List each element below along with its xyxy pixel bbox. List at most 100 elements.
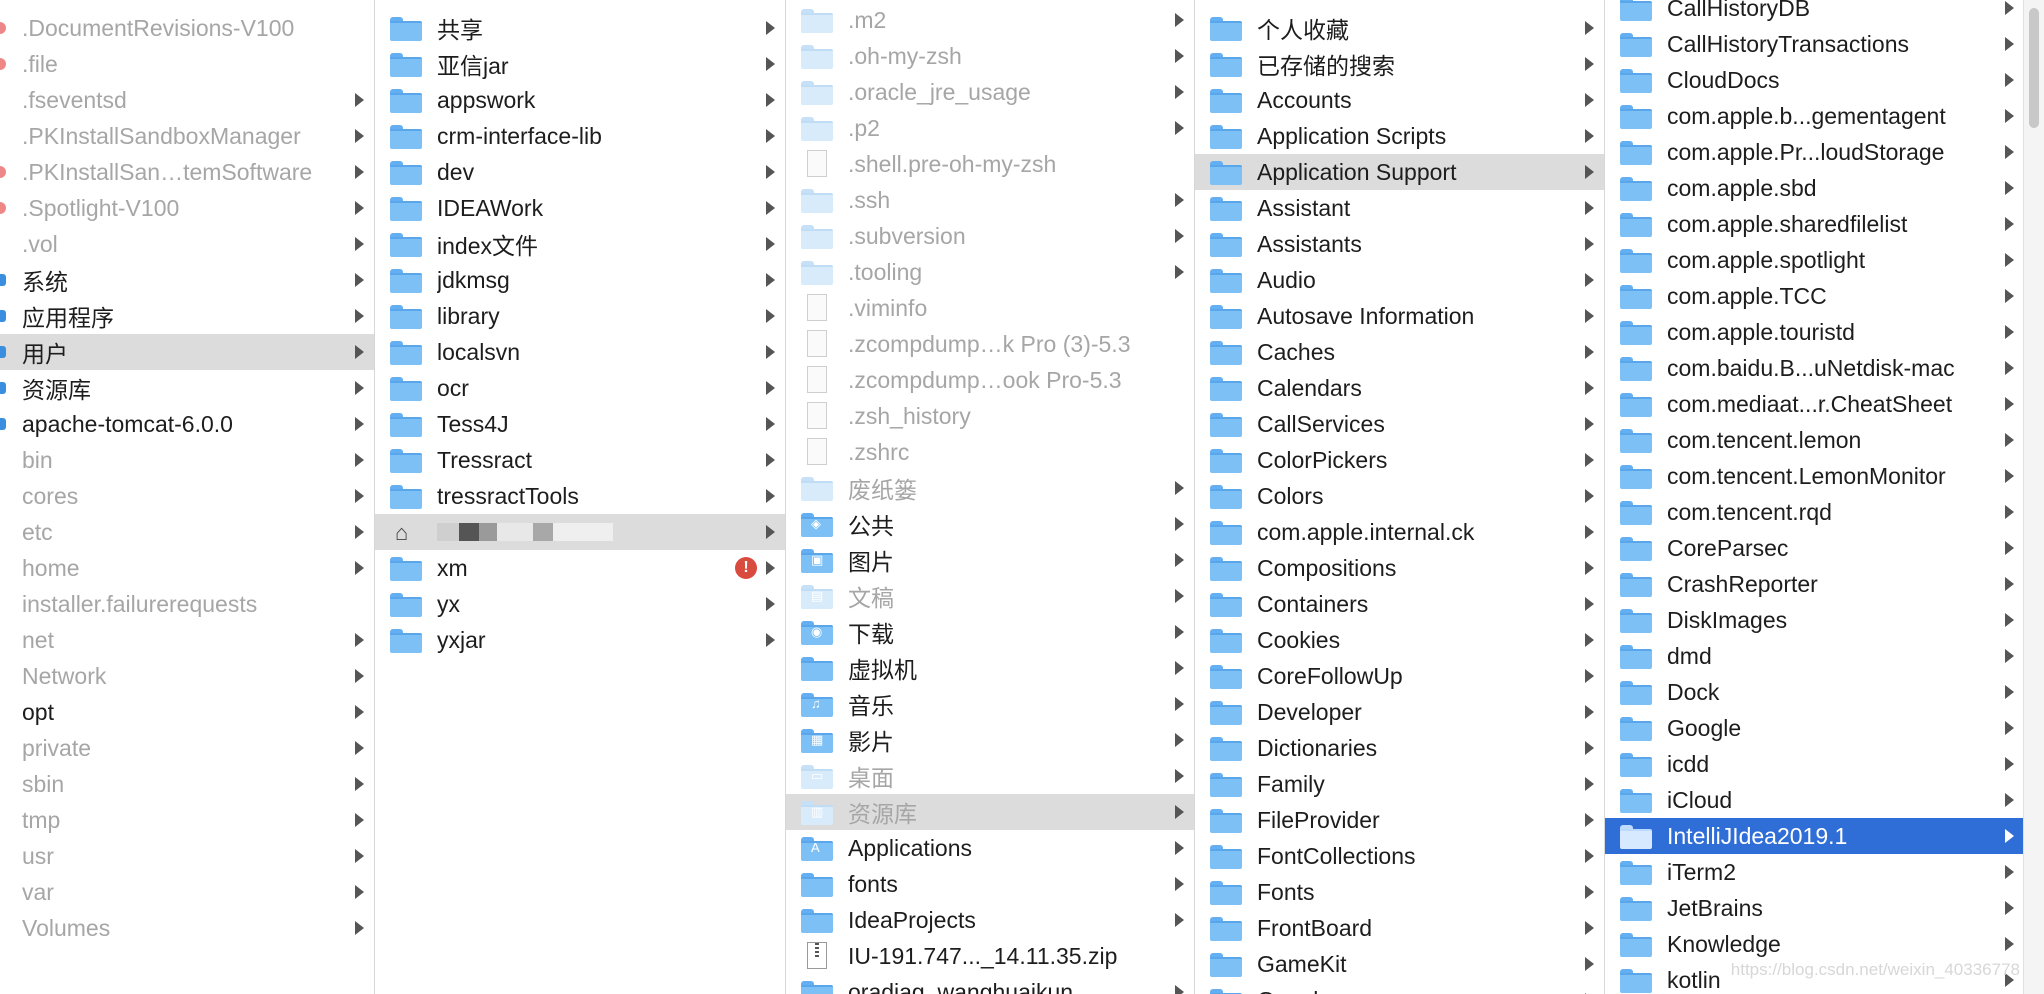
list-item[interactable]: bin <box>0 442 374 478</box>
list-item[interactable]: .viminfo <box>786 290 1194 326</box>
list-item[interactable]: fonts <box>786 866 1194 902</box>
list-item[interactable]: 亚信jar <box>375 46 785 82</box>
list-item[interactable]: ◈ 公共 <box>786 506 1194 542</box>
list-item[interactable]: Tess4J <box>375 406 785 442</box>
list-item[interactable]: .oracle_jre_usage <box>786 74 1194 110</box>
list-item[interactable]: xm! <box>375 550 785 586</box>
column-home[interactable]: .m2 .oh-my-zsh .oracle_jre_usage .p2 .shell.… <box>786 0 1195 994</box>
list-item[interactable]: ▭ 桌面 <box>786 758 1194 794</box>
list-item[interactable]: com.apple.TCC <box>1605 278 2024 314</box>
list-item[interactable]: com.apple.sharedfilelist <box>1605 206 2024 242</box>
list-item[interactable]: com.tencent.lemon <box>1605 422 2024 458</box>
list-item[interactable]: .zshrc <box>786 434 1194 470</box>
list-item[interactable]: etc <box>0 514 374 550</box>
list-item[interactable]: ocr <box>375 370 785 406</box>
list-item[interactable]: .ssh <box>786 182 1194 218</box>
column-application-support[interactable]: CallHistoryDB CallHistoryTransactions Clou… <box>1605 0 2024 994</box>
list-item[interactable]: GameKit <box>1195 946 1604 982</box>
list-item[interactable]: FontCollections <box>1195 838 1604 874</box>
list-item[interactable]: appswork <box>375 82 785 118</box>
list-item[interactable]: CallHistoryDB <box>1605 0 2024 26</box>
list-item[interactable]: Containers <box>1195 586 1604 622</box>
list-item[interactable]: CallServices <box>1195 406 1604 442</box>
list-item[interactable]: ◉ 下载 <box>786 614 1194 650</box>
list-item[interactable]: iCloud <box>1605 782 2024 818</box>
list-item[interactable]: CloudDocs <box>1605 62 2024 98</box>
list-item[interactable]: Fonts <box>1195 874 1604 910</box>
list-item[interactable]: dev <box>375 154 785 190</box>
list-item[interactable]: opt <box>0 694 374 730</box>
column-users[interactable]: 共享 亚信jar appswork crm-interface-lib dev IDEAW… <box>375 0 786 994</box>
list-item[interactable]: .zcompdump…k Pro (3)-5.3 <box>786 326 1194 362</box>
list-item[interactable]: ▣ 图片 <box>786 542 1194 578</box>
list-item[interactable]: 虚拟机 <box>786 650 1194 686</box>
list-item[interactable]: Audio <box>1195 262 1604 298</box>
list-item[interactable]: jdkmsg <box>375 262 785 298</box>
list-item[interactable]: com.baidu.B...uNetdisk-mac <box>1605 350 2024 386</box>
list-item[interactable]: com.mediaat...r.CheatSheet <box>1605 386 2024 422</box>
list-item[interactable]: .fseventsd <box>0 82 374 118</box>
list-item[interactable]: .file <box>0 46 374 82</box>
list-item[interactable]: Application Scripts <box>1195 118 1604 154</box>
list-item[interactable]: IntelliJIdea2019.1 <box>1605 818 2024 854</box>
list-item[interactable]: CrashReporter <box>1605 566 2024 602</box>
list-item[interactable]: .tooling <box>786 254 1194 290</box>
list-item[interactable]: .m2 <box>786 2 1194 38</box>
list-item[interactable]: oradiag_wanghuaikun <box>786 974 1194 994</box>
list-item[interactable]: dmd <box>1605 638 2024 674</box>
list-item[interactable]: .subversion <box>786 218 1194 254</box>
list-item[interactable]: home <box>0 550 374 586</box>
list-item[interactable]: Family <box>1195 766 1604 802</box>
list-item[interactable]: private <box>0 730 374 766</box>
list-item[interactable]: .oh-my-zsh <box>786 38 1194 74</box>
list-item[interactable]: .zcompdump…ook Pro-5.3 <box>786 362 1194 398</box>
list-item[interactable]: 用户 <box>0 334 374 370</box>
list-item[interactable]: com.apple.touristd <box>1605 314 2024 350</box>
list-item[interactable]: installer.failurerequests <box>0 586 374 622</box>
list-item[interactable]: ♫ 音乐 <box>786 686 1194 722</box>
list-item[interactable]: Dock <box>1605 674 2024 710</box>
list-item[interactable]: Developer <box>1195 694 1604 730</box>
list-item[interactable]: var <box>0 874 374 910</box>
list-item[interactable]: 个人收藏 <box>1195 10 1604 46</box>
list-item[interactable]: 应用程序 <box>0 298 374 334</box>
list-item[interactable]: 共享 <box>375 10 785 46</box>
scrollbar-thumb[interactable] <box>2029 8 2039 128</box>
list-item[interactable]: Caches <box>1195 334 1604 370</box>
list-item[interactable]: IU-191.747..._14.11.35.zip <box>786 938 1194 974</box>
list-item[interactable]: crm-interface-lib <box>375 118 785 154</box>
list-item[interactable]: .DocumentRevisions-V100 <box>0 10 374 46</box>
list-item[interactable]: ▤ 文稿 <box>786 578 1194 614</box>
list-item[interactable]: 系统 <box>0 262 374 298</box>
list-item[interactable]: CoreFollowUp <box>1195 658 1604 694</box>
list-item[interactable]: .zsh_history <box>786 398 1194 434</box>
list-item[interactable]: com.apple.spotlight <box>1605 242 2024 278</box>
list-item[interactable]: localsvn <box>375 334 785 370</box>
list-item[interactable]: 废纸篓 <box>786 470 1194 506</box>
list-item[interactable]: Accounts <box>1195 82 1604 118</box>
list-item[interactable]: CallHistoryTransactions <box>1605 26 2024 62</box>
list-item[interactable]: Cookies <box>1195 622 1604 658</box>
vertical-scrollbar[interactable] <box>2023 0 2044 994</box>
list-item[interactable]: IDEAWork <box>375 190 785 226</box>
list-item[interactable]: Knowledge <box>1605 926 2024 962</box>
list-item[interactable]: A Applications <box>786 830 1194 866</box>
list-item[interactable]: apache-tomcat-6.0.0 <box>0 406 374 442</box>
list-item[interactable]: Google <box>1605 710 2024 746</box>
list-item[interactable]: DiskImages <box>1605 602 2024 638</box>
list-item[interactable]: .p2 <box>786 110 1194 146</box>
list-item[interactable]: tmp <box>0 802 374 838</box>
list-item[interactable]: Assistant <box>1195 190 1604 226</box>
list-item[interactable]: JetBrains <box>1605 890 2024 926</box>
list-item[interactable]: .PKInstallSandboxManager <box>0 118 374 154</box>
list-item[interactable]: library <box>375 298 785 334</box>
list-item[interactable]: Tressract <box>375 442 785 478</box>
list-item[interactable]: Colors <box>1195 478 1604 514</box>
list-item[interactable]: ▥ 资源库 <box>786 794 1194 830</box>
list-item[interactable]: Application Support <box>1195 154 1604 190</box>
list-item[interactable]: ▦ 影片 <box>786 722 1194 758</box>
list-item[interactable]: FileProvider <box>1195 802 1604 838</box>
list-item[interactable]: icdd <box>1605 746 2024 782</box>
list-item[interactable]: Network <box>0 658 374 694</box>
list-item[interactable]: FrontBoard <box>1195 910 1604 946</box>
